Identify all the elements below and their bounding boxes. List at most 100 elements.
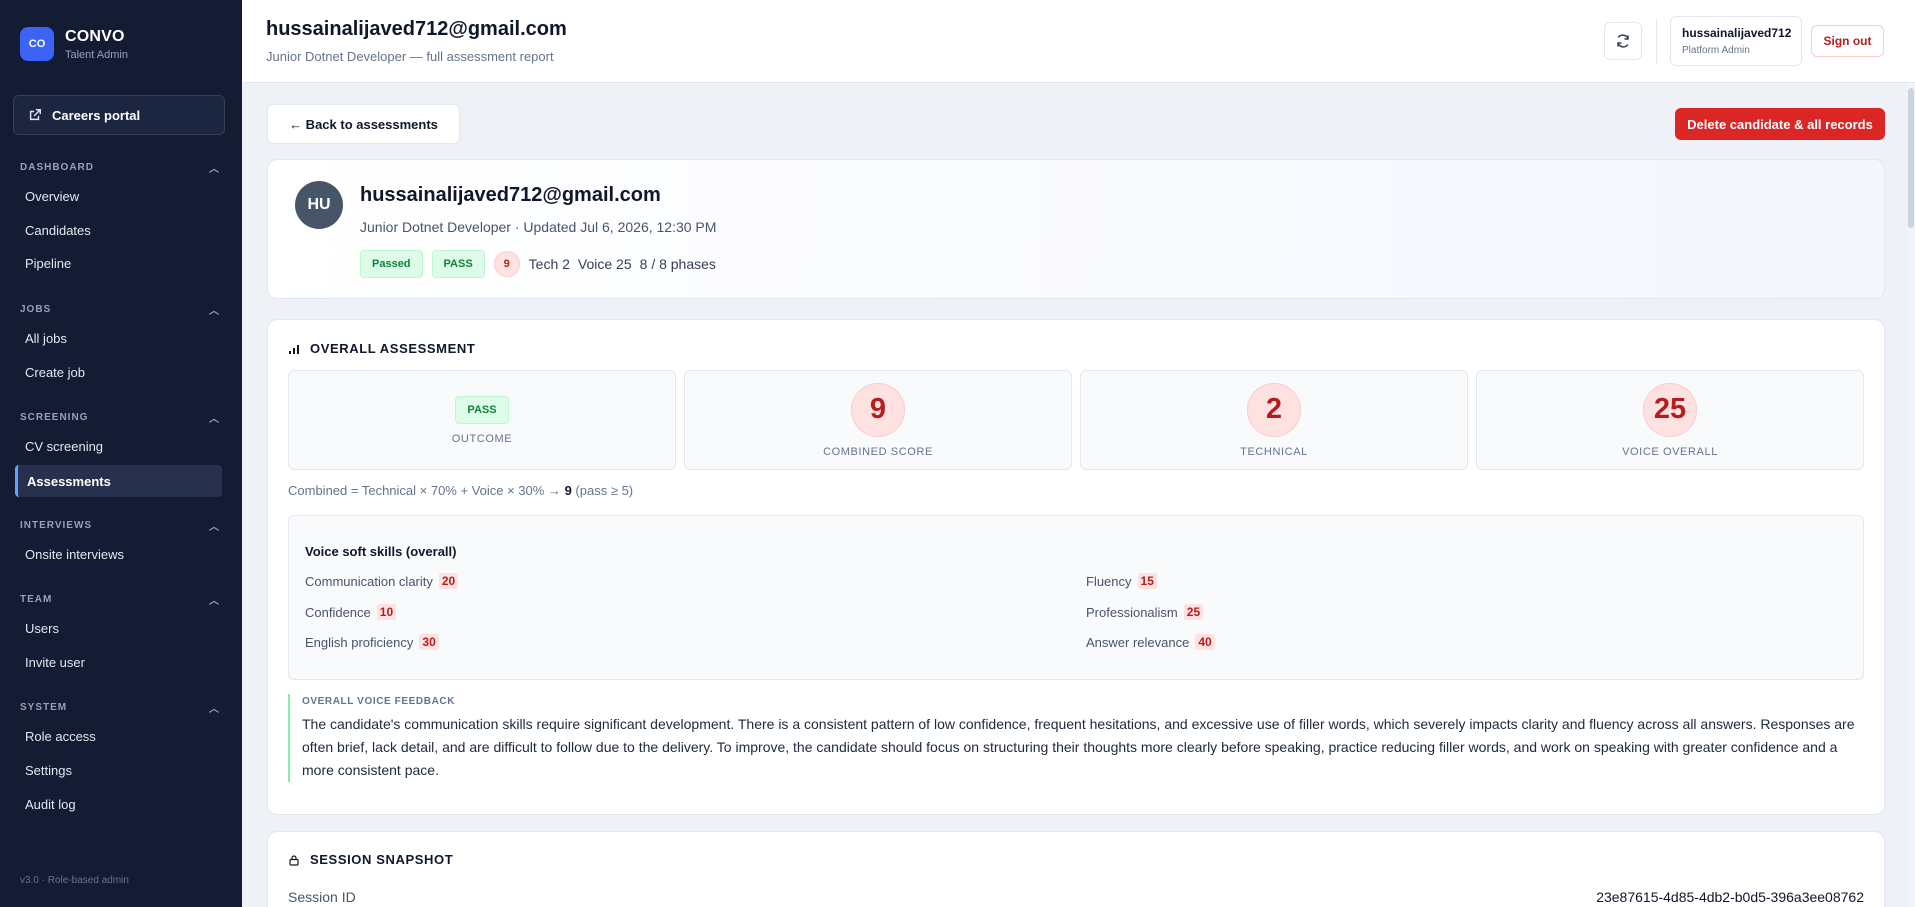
- soft-skills-title: Voice soft skills (overall): [305, 544, 457, 559]
- nav-cv-screening[interactable]: CV screening: [15, 430, 222, 462]
- skill-label: Fluency: [1086, 573, 1132, 589]
- user-menu[interactable]: hussainalijaved712 Platform Admin: [1670, 16, 1802, 66]
- combined-score-tile: 9 COMBINED SCORE: [684, 370, 1072, 470]
- status-badge: Passed: [360, 250, 423, 278]
- careers-portal-label: Careers portal: [52, 107, 141, 123]
- skill-english-proficiency: English proficiency 30: [305, 634, 439, 650]
- technical-tile: 2 TECHNICAL: [1080, 370, 1468, 470]
- lock-icon: [289, 854, 299, 866]
- candidate-badges: Passed PASS 9 Tech 2 Voice 25 8 / 8 phas…: [360, 250, 724, 278]
- careers-portal-button[interactable]: Careers portal: [13, 95, 225, 135]
- nav-assessments[interactable]: Assessments: [15, 465, 222, 497]
- nav-onsite-interviews[interactable]: Onsite interviews: [15, 538, 222, 570]
- section-screening[interactable]: SCREENING ︿: [20, 410, 220, 425]
- outcome-value: PASS: [455, 395, 509, 424]
- chevron-up-icon: ︿: [209, 704, 220, 715]
- session-id-value: 23e87615-4d85-4db2-b0d5-396a3ee08762: [1596, 889, 1864, 905]
- combined-score-value: 9: [851, 382, 905, 437]
- session-snapshot-card: SESSION SNAPSHOT Session ID 23e87615-4d8…: [267, 831, 1885, 907]
- skill-label: Answer relevance: [1086, 634, 1190, 650]
- technical-value: 2: [1247, 382, 1301, 437]
- section-title: SCREENING: [20, 412, 89, 423]
- outcome-tile: PASS OUTCOME: [288, 370, 676, 470]
- user-role: Platform Admin: [1682, 45, 1750, 56]
- candidate-profile-card: HU hussainalijaved712@gmail.com Junior D…: [267, 159, 1885, 299]
- skill-professionalism: Professionalism 25: [1086, 604, 1204, 620]
- session-id-label: Session ID: [288, 889, 356, 905]
- voice-soft-skills-panel: Voice soft skills (overall) Communicatio…: [288, 515, 1864, 680]
- nav-role-access[interactable]: Role access: [15, 720, 222, 752]
- voice-overall-value: 25: [1643, 382, 1697, 437]
- nav-all-jobs[interactable]: All jobs: [15, 322, 222, 354]
- refresh-button[interactable]: [1604, 22, 1642, 60]
- chevron-up-icon: ︿: [209, 164, 220, 175]
- section-system[interactable]: SYSTEM ︿: [20, 700, 220, 715]
- overall-assessment-heading: OVERALL ASSESSMENT: [288, 341, 475, 356]
- candidate-meta: Junior Dotnet Developer · Updated Jul 6,…: [360, 219, 717, 235]
- nav-invite-user[interactable]: Invite user: [15, 646, 222, 678]
- skill-value: 25: [1183, 604, 1204, 620]
- section-interviews[interactable]: INTERVIEWS ︿: [20, 518, 220, 533]
- skill-label: Confidence: [305, 604, 371, 620]
- nav-candidates[interactable]: Candidates: [15, 214, 222, 246]
- nav-pipeline[interactable]: Pipeline: [15, 247, 222, 279]
- skill-label: Communication clarity: [305, 573, 433, 589]
- brand-logo: CO: [20, 27, 54, 61]
- tech-score-text: Tech 2: [528, 256, 570, 272]
- formula-suffix: (pass ≥ 5): [575, 483, 634, 498]
- overall-assessment-card: OVERALL ASSESSMENT PASS OUTCOME 9 COMBIN…: [267, 319, 1885, 815]
- nav-create-job[interactable]: Create job: [15, 356, 222, 388]
- skill-communication-clarity: Communication clarity 20: [305, 573, 459, 589]
- overall-voice-feedback: OVERALL VOICE FEEDBACK The candidate's c…: [288, 694, 1864, 782]
- skill-fluency: Fluency 15: [1086, 573, 1157, 589]
- nav-audit-log[interactable]: Audit log: [15, 788, 222, 820]
- section-title: TEAM: [20, 594, 53, 605]
- section-title: DASHBOARD: [20, 162, 94, 173]
- chevron-up-icon: ︿: [209, 306, 220, 317]
- page-subtitle: Junior Dotnet Developer — full assessmen…: [266, 49, 554, 64]
- formula-value: 9: [564, 483, 572, 498]
- score-formula: Combined = Technical × 70% + Voice × 30%…: [288, 483, 633, 498]
- skill-value: 15: [1137, 573, 1157, 589]
- delete-candidate-button[interactable]: Delete candidate & all records: [1675, 108, 1885, 140]
- bar-chart-icon: [289, 344, 299, 354]
- skill-label: Professionalism: [1086, 604, 1178, 620]
- section-jobs[interactable]: JOBS ︿: [20, 302, 220, 317]
- page-title: hussainalijaved712@gmail.com: [266, 18, 567, 40]
- voice-overall-label: VOICE OVERALL: [1622, 445, 1718, 458]
- nav-settings[interactable]: Settings: [15, 754, 222, 786]
- skill-value: 20: [438, 573, 459, 589]
- brand[interactable]: CO CONVO Talent Admin: [20, 27, 128, 61]
- chevron-up-icon: ︿: [209, 414, 220, 425]
- top-header: hussainalijaved712@gmail.com Junior Dotn…: [242, 0, 1915, 83]
- nav-users[interactable]: Users: [15, 612, 222, 644]
- scrollbar-thumb[interactable]: [1908, 88, 1914, 228]
- external-link-icon: [29, 109, 41, 121]
- section-title: JOBS: [20, 304, 52, 315]
- section-heading-text: OVERALL ASSESSMENT: [310, 341, 476, 356]
- skill-label: English proficiency: [305, 634, 414, 650]
- technical-label: TECHNICAL: [1240, 445, 1308, 458]
- voice-score-text: Voice 25: [577, 256, 632, 272]
- section-team[interactable]: TEAM ︿: [20, 592, 220, 607]
- user-name: hussainalijaved712: [1682, 26, 1792, 40]
- section-dashboard[interactable]: DASHBOARD ︿: [20, 160, 220, 175]
- refresh-icon: [1617, 34, 1629, 48]
- feedback-text: The candidate's communication skills req…: [302, 716, 1855, 778]
- skill-value: 40: [1195, 634, 1215, 650]
- sign-out-button[interactable]: Sign out: [1811, 25, 1884, 57]
- session-snapshot-heading: SESSION SNAPSHOT: [288, 852, 453, 867]
- chevron-up-icon: ︿: [209, 522, 220, 533]
- feedback-title: OVERALL VOICE FEEDBACK: [302, 696, 456, 707]
- skill-confidence: Confidence 10: [305, 604, 397, 620]
- skill-answer-relevance: Answer relevance 40: [1086, 634, 1215, 650]
- header-divider: [1656, 18, 1657, 64]
- version-text: v3.0 · Role-based admin: [20, 875, 129, 886]
- section-title: INTERVIEWS: [20, 520, 93, 531]
- voice-overall-tile: 25 VOICE OVERALL: [1476, 370, 1864, 470]
- candidate-name: hussainalijaved712@gmail.com: [360, 184, 661, 206]
- brand-subtitle: Talent Admin: [65, 48, 128, 61]
- nav-overview[interactable]: Overview: [15, 180, 222, 212]
- skill-value: 30: [419, 634, 439, 650]
- back-to-assessments-button[interactable]: ← Back to assessments: [267, 104, 460, 144]
